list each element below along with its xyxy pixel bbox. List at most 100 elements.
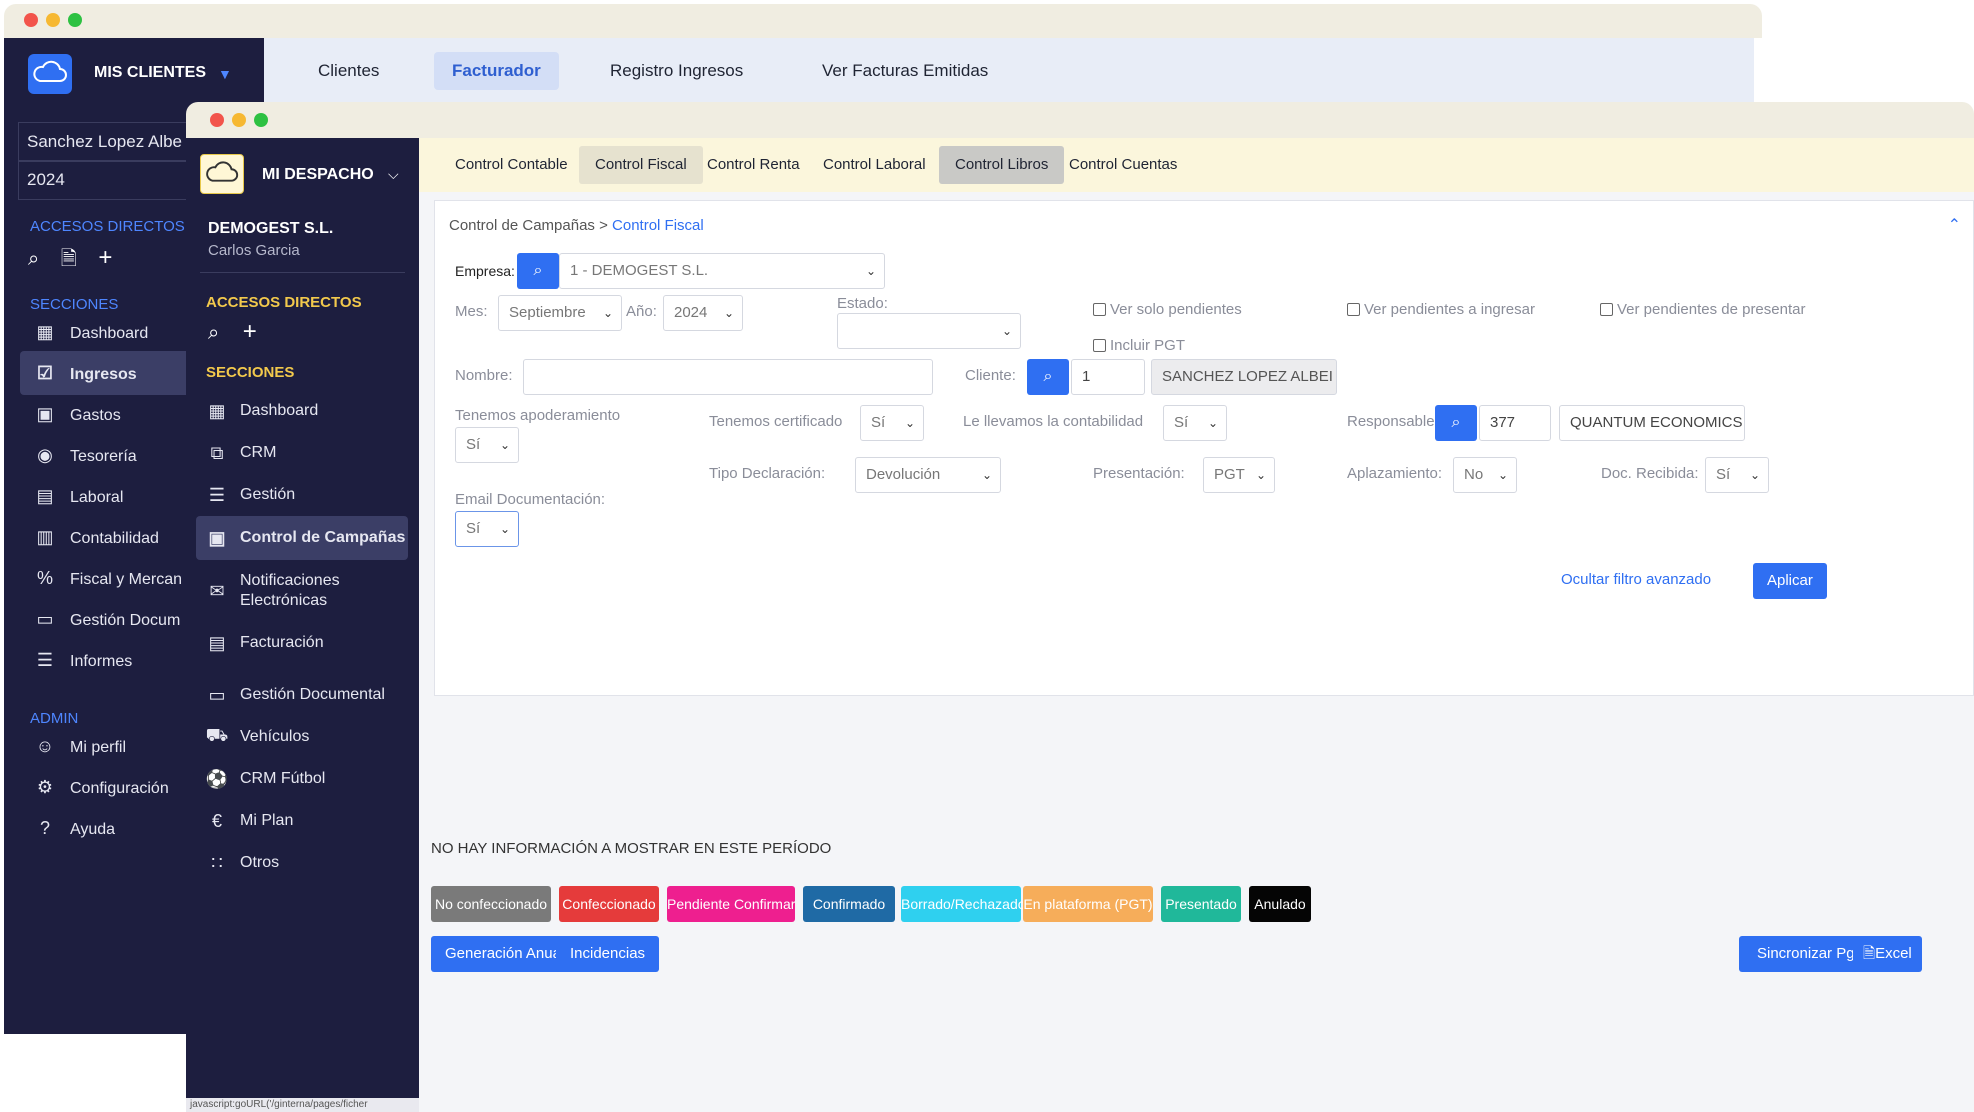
apoderamiento-select[interactable]: Sí ⌄: [455, 427, 519, 463]
breadcrumb-parent[interactable]: Control de Campañas: [449, 217, 595, 234]
sidebar-item-label: Gestión Docum: [70, 612, 181, 629]
excel-button[interactable]: 🗎Excel: [1853, 936, 1922, 972]
checkbox-box[interactable]: [1093, 303, 1106, 316]
aplazamiento-select[interactable]: No ⌄: [1453, 457, 1517, 493]
main-content: Control de Campañas > Control Fiscal ⌃ E…: [419, 192, 1974, 1112]
responsable-search-button[interactable]: ⌕: [1435, 405, 1477, 441]
checkbox-label: Ver pendientes a ingresar: [1364, 301, 1535, 318]
close-dot[interactable]: [24, 13, 38, 27]
sidebar-item-crm-futbol[interactable]: ⚽ CRM Fútbol: [196, 758, 408, 800]
contabilidad-select[interactable]: Sí ⌄: [1163, 405, 1227, 441]
sidebar-item-otros[interactable]: ∷ Otros: [196, 842, 408, 884]
incidencias-button[interactable]: Incidencias: [556, 936, 660, 972]
ver-pendientes-ingresar-checkbox[interactable]: Ver pendientes a ingresar: [1347, 301, 1535, 318]
sidebar-item-control-campanas[interactable]: ▣ Control de Campañas: [196, 516, 408, 560]
cliente-search-button[interactable]: ⌕: [1027, 359, 1069, 395]
status-chip[interactable]: Borrado/Rechazado: [901, 886, 1026, 922]
responsable-code-input[interactable]: 377: [1479, 405, 1551, 441]
document-icon[interactable]: 🗎: [61, 248, 77, 270]
sidebar-item-crm[interactable]: ⧉ CRM: [196, 432, 408, 474]
mes-select[interactable]: Septiembre ⌄: [498, 295, 622, 331]
chevron-down-icon[interactable]: ▼: [218, 66, 232, 82]
nombre-label: Nombre:: [455, 367, 513, 384]
cloud-logo-icon: [200, 154, 244, 194]
front-titlebar: [186, 102, 1974, 138]
estado-select[interactable]: ⌄: [837, 313, 1021, 349]
sidebar-item-facturacion[interactable]: ▤ Facturación: [196, 622, 408, 664]
select-value: No: [1464, 466, 1484, 483]
folder-icon: ▭: [36, 609, 54, 629]
sidebar-item-label: Contabilidad: [70, 530, 159, 547]
nav-ver-facturas[interactable]: Ver Facturas Emitidas: [804, 52, 1006, 90]
help-icon: ?: [39, 818, 50, 838]
brand-title[interactable]: MI DESPACHO: [262, 166, 374, 184]
sidebar-item-mi-plan[interactable]: € Mi Plan: [196, 800, 408, 842]
plus-icon[interactable]: +: [243, 318, 257, 345]
ver-pendientes-presentar-checkbox[interactable]: Ver pendientes de presentar: [1600, 301, 1805, 318]
search-icon[interactable]: ⌕: [208, 322, 219, 344]
select-value: Sí: [871, 414, 886, 431]
status-chip[interactable]: Confirmado: [803, 886, 895, 922]
estado-label: Estado:: [837, 295, 888, 312]
status-chip[interactable]: No confeccionado: [431, 886, 551, 922]
minimize-dot[interactable]: [46, 13, 60, 27]
nav-registro-ingresos[interactable]: Registro Ingresos: [592, 52, 761, 90]
brand-title[interactable]: MIS CLIENTES: [94, 64, 206, 82]
tab-control-laboral[interactable]: Control Laboral: [807, 146, 942, 184]
front-window: MI DESPACHO ⌵ DEMOGEST S.L. Carlos Garci…: [186, 102, 1974, 1112]
tab-control-cuentas[interactable]: Control Cuentas: [1053, 146, 1193, 184]
sidebar-item-label: Dashboard: [70, 325, 149, 342]
maximize-dot[interactable]: [68, 13, 82, 27]
plus-icon[interactable]: +: [98, 244, 112, 271]
empresa-search-button[interactable]: ⌕: [517, 253, 559, 289]
status-chip[interactable]: Pendiente Confirmar: [667, 886, 795, 922]
incluir-pgt-checkbox[interactable]: Incluir PGT: [1093, 337, 1185, 354]
anio-select[interactable]: 2024 ⌄: [663, 295, 743, 331]
ver-solo-pendientes-checkbox[interactable]: Ver solo pendientes: [1093, 301, 1242, 318]
mes-label: Mes:: [455, 303, 488, 320]
tab-control-renta[interactable]: Control Renta: [691, 146, 816, 184]
email-doc-select[interactable]: Sí ⌄: [455, 511, 519, 547]
search-icon[interactable]: ⌕: [28, 248, 39, 270]
sidebar-item-vehiculos[interactable]: ⛟ Vehículos: [196, 716, 408, 758]
sidebar-item-label: Configuración: [70, 780, 169, 797]
sidebar-item-gestion[interactable]: ☰ Gestión: [196, 474, 408, 516]
status-chip[interactable]: Presentado: [1161, 886, 1241, 922]
nav-facturador[interactable]: Facturador: [434, 52, 559, 90]
checkbox-box[interactable]: [1347, 303, 1360, 316]
chevron-down-icon[interactable]: ⌵: [388, 166, 399, 183]
checkbox-box[interactable]: [1093, 339, 1106, 352]
checkbox-box[interactable]: [1600, 303, 1613, 316]
sidebar-item-dashboard[interactable]: ▦ Dashboard: [196, 390, 408, 432]
nombre-input[interactable]: [523, 359, 933, 395]
tab-control-libros[interactable]: Control Libros: [939, 146, 1065, 184]
cliente-code-input[interactable]: 1: [1071, 359, 1145, 395]
chevron-up-icon[interactable]: ⌃: [1948, 215, 1961, 235]
close-dot[interactable]: [210, 113, 224, 127]
chevron-down-icon: ⌄: [1255, 468, 1266, 482]
tipo-declaracion-select[interactable]: Devolución ⌄: [855, 457, 1001, 493]
tab-control-contable[interactable]: Control Contable: [439, 146, 584, 184]
maximize-dot[interactable]: [254, 113, 268, 127]
empresa-select[interactable]: 1 - DEMOGEST S.L. ⌄: [559, 253, 885, 289]
select-value: Sí: [1716, 466, 1731, 483]
mes-select-value: Septiembre: [509, 304, 586, 321]
hide-filter-link[interactable]: Ocultar filtro avanzado: [1561, 571, 1711, 588]
sidebar-item-gestion-documental[interactable]: ▭ Gestión Documental: [196, 674, 408, 716]
sidebar-item-notificaciones[interactable]: ✉ Notificaciones Electrónicas: [196, 564, 408, 618]
status-chip[interactable]: Confeccionado: [559, 886, 659, 922]
laboral-icon: ▤: [36, 486, 54, 506]
minimize-dot[interactable]: [232, 113, 246, 127]
presentacion-select[interactable]: PGT ⌄: [1203, 457, 1275, 493]
status-chip[interactable]: Anulado: [1249, 886, 1311, 922]
sidebar-item-label: Facturación: [240, 634, 324, 651]
certificado-select[interactable]: Sí ⌄: [860, 405, 924, 441]
car-icon: ⛟: [205, 725, 229, 745]
sidebar-item-label: Tesorería: [70, 448, 137, 465]
tab-control-fiscal[interactable]: Control Fiscal: [579, 146, 703, 184]
apply-button[interactable]: Aplicar: [1753, 563, 1827, 599]
nav-clientes[interactable]: Clientes: [300, 52, 397, 90]
doc-recibida-select[interactable]: Sí ⌄: [1705, 457, 1769, 493]
status-chip[interactable]: En plataforma (PGT): [1023, 886, 1153, 922]
notifications-icon: ✉: [209, 581, 225, 601]
